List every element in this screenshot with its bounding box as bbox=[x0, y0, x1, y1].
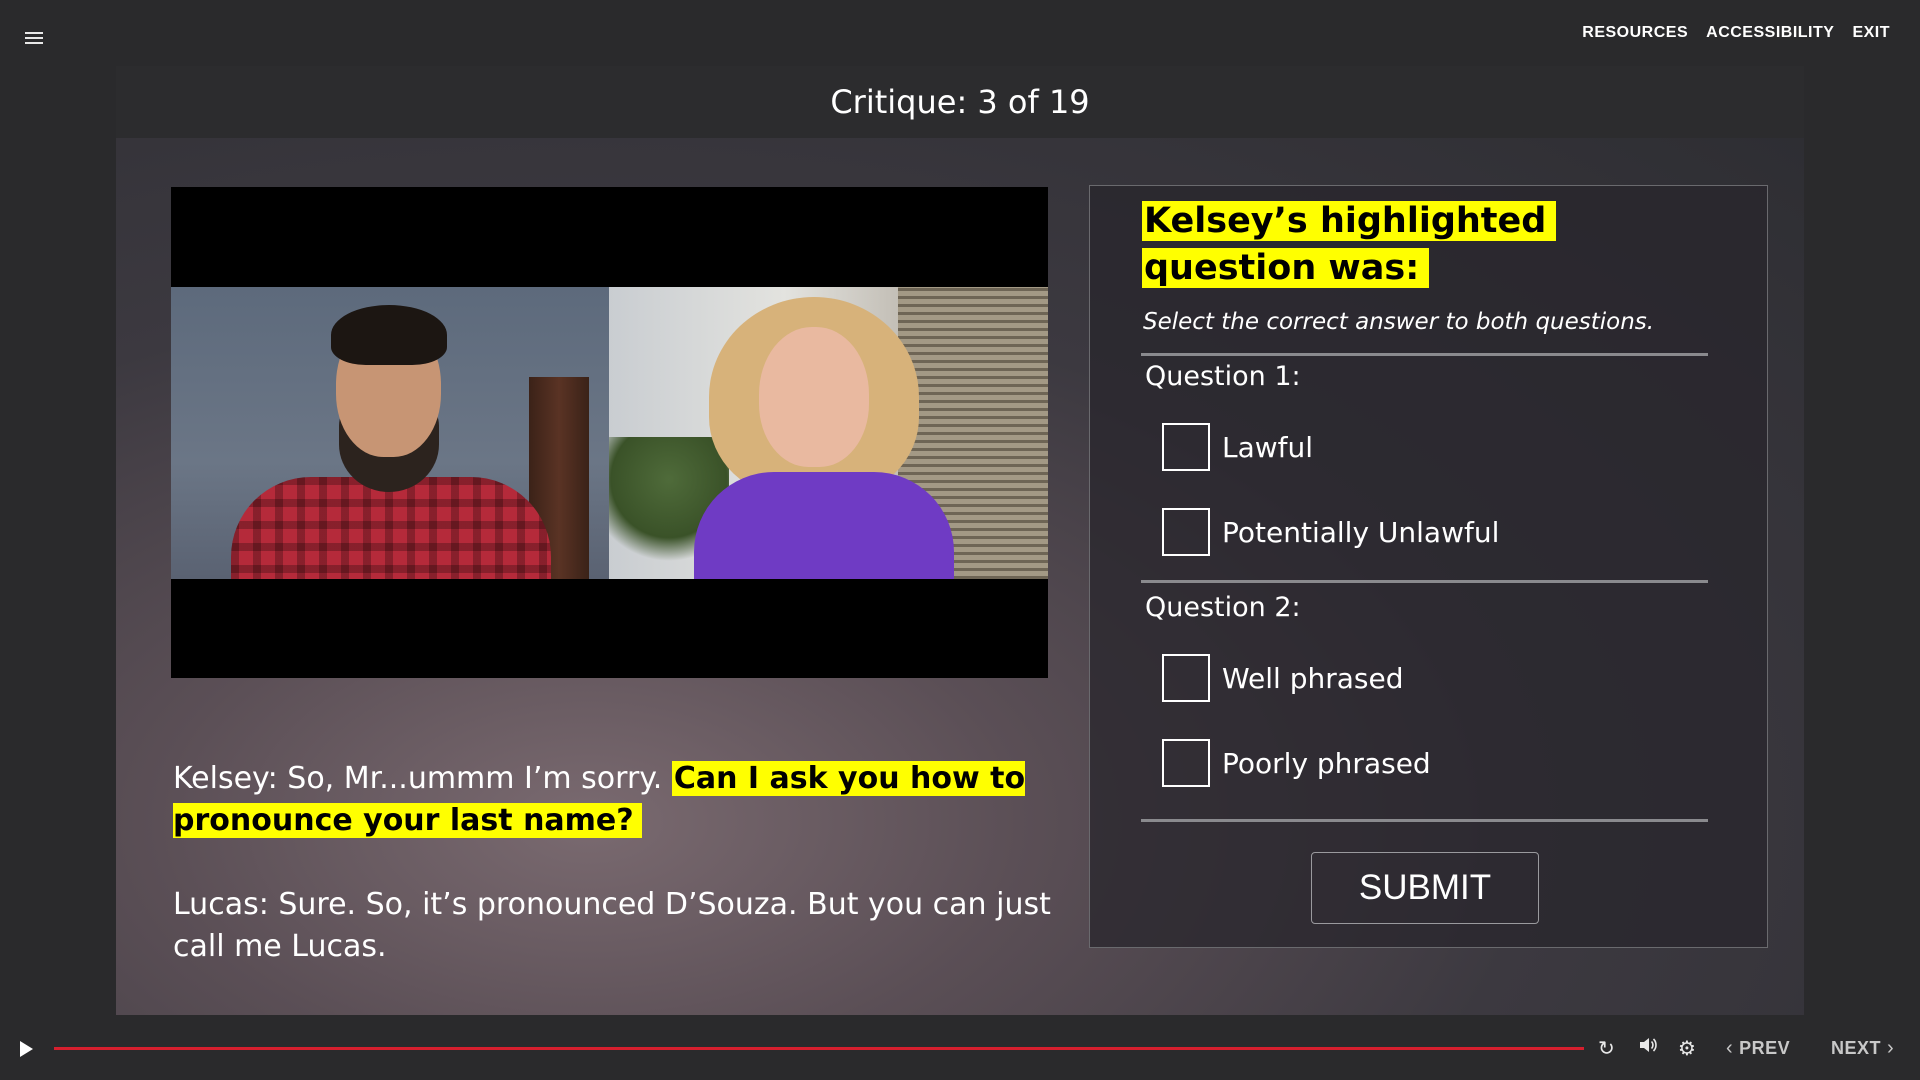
chevron-right-icon: › bbox=[1887, 1037, 1895, 1059]
quiz-title: Kelsey’s highlighted question was: bbox=[1142, 198, 1702, 292]
play-icon[interactable] bbox=[20, 1041, 33, 1057]
divider bbox=[1141, 580, 1708, 583]
transcript-text: Kelsey: So, Mr...ummm I’m sorry. bbox=[173, 761, 672, 796]
replay-icon[interactable]: ↻ bbox=[1598, 1035, 1615, 1061]
divider bbox=[1141, 819, 1708, 822]
option-potentially-unlawful[interactable]: Potentially Unlawful bbox=[1162, 508, 1499, 556]
question-2-label: Question 2: bbox=[1145, 592, 1301, 623]
transcript-line-kelsey: Kelsey: So, Mr...ummm I’m sorry. Can I a… bbox=[173, 758, 1053, 842]
top-navigation: RESOURCES ACCESSIBILITY EXIT bbox=[1582, 24, 1890, 42]
next-button[interactable]: NEXT › bbox=[1831, 1037, 1894, 1060]
next-label: NEXT bbox=[1831, 1038, 1882, 1058]
option-lawful[interactable]: Lawful bbox=[1162, 423, 1313, 471]
option-label: Potentially Unlawful bbox=[1222, 515, 1500, 549]
option-poorly-phrased[interactable]: Poorly phrased bbox=[1162, 739, 1431, 787]
submit-button[interactable]: SUBMIT bbox=[1311, 852, 1539, 924]
checkbox-potentially-unlawful[interactable] bbox=[1162, 508, 1210, 556]
gear-icon[interactable]: ⚙ bbox=[1678, 1035, 1696, 1061]
slide-content: Kelsey: So, Mr...ummm I’m sorry. Can I a… bbox=[116, 138, 1804, 1015]
prev-button[interactable]: ‹ PREV bbox=[1726, 1037, 1790, 1060]
transcript: Kelsey: So, Mr...ummm I’m sorry. Can I a… bbox=[173, 758, 1053, 1010]
resources-link[interactable]: RESOURCES bbox=[1582, 24, 1688, 42]
participant-body bbox=[694, 472, 954, 579]
progress-bar[interactable] bbox=[54, 1047, 1584, 1050]
quiz-title-text: Kelsey’s highlighted question was: bbox=[1142, 201, 1557, 288]
accessibility-link[interactable]: ACCESSIBILITY bbox=[1706, 24, 1834, 42]
checkbox-poorly-phrased[interactable] bbox=[1162, 739, 1210, 787]
exit-link[interactable]: EXIT bbox=[1852, 24, 1890, 42]
option-label: Well phrased bbox=[1222, 661, 1404, 695]
checkbox-lawful[interactable] bbox=[1162, 423, 1210, 471]
video-player[interactable] bbox=[171, 187, 1048, 678]
transcript-line-lucas: Lucas: Sure. So, it’s pronounced D’Souza… bbox=[173, 887, 1051, 964]
player-controls: ↻ ⚙ ‹ PREV NEXT › bbox=[0, 1015, 1920, 1080]
volume-icon-svg bbox=[1640, 1038, 1657, 1052]
participant-hair bbox=[331, 305, 447, 365]
video-participant-lucas bbox=[171, 287, 609, 579]
chevron-left-icon: ‹ bbox=[1726, 1037, 1734, 1059]
option-well-phrased[interactable]: Well phrased bbox=[1162, 654, 1404, 702]
participant-body bbox=[231, 477, 551, 579]
option-label: Poorly phrased bbox=[1222, 746, 1431, 780]
menu-icon-bar bbox=[25, 32, 43, 34]
option-label: Lawful bbox=[1222, 430, 1314, 464]
checkbox-well-phrased[interactable] bbox=[1162, 654, 1210, 702]
menu-icon-bar bbox=[25, 42, 43, 44]
video-frame bbox=[171, 287, 1048, 579]
menu-icon-bar bbox=[25, 37, 43, 39]
quiz-instruction: Select the correct answer to both questi… bbox=[1143, 309, 1655, 335]
quiz-panel: Kelsey’s highlighted question was: Selec… bbox=[1089, 185, 1768, 948]
divider bbox=[1141, 353, 1708, 356]
question-1-label: Question 1: bbox=[1145, 361, 1301, 392]
prev-label: PREV bbox=[1739, 1038, 1791, 1058]
slide-title: Critique: 3 of 19 bbox=[116, 66, 1804, 138]
video-participant-kelsey bbox=[609, 287, 1048, 579]
participant-head bbox=[759, 327, 869, 467]
volume-icon[interactable] bbox=[1638, 1035, 1658, 1061]
menu-icon[interactable] bbox=[25, 32, 43, 44]
